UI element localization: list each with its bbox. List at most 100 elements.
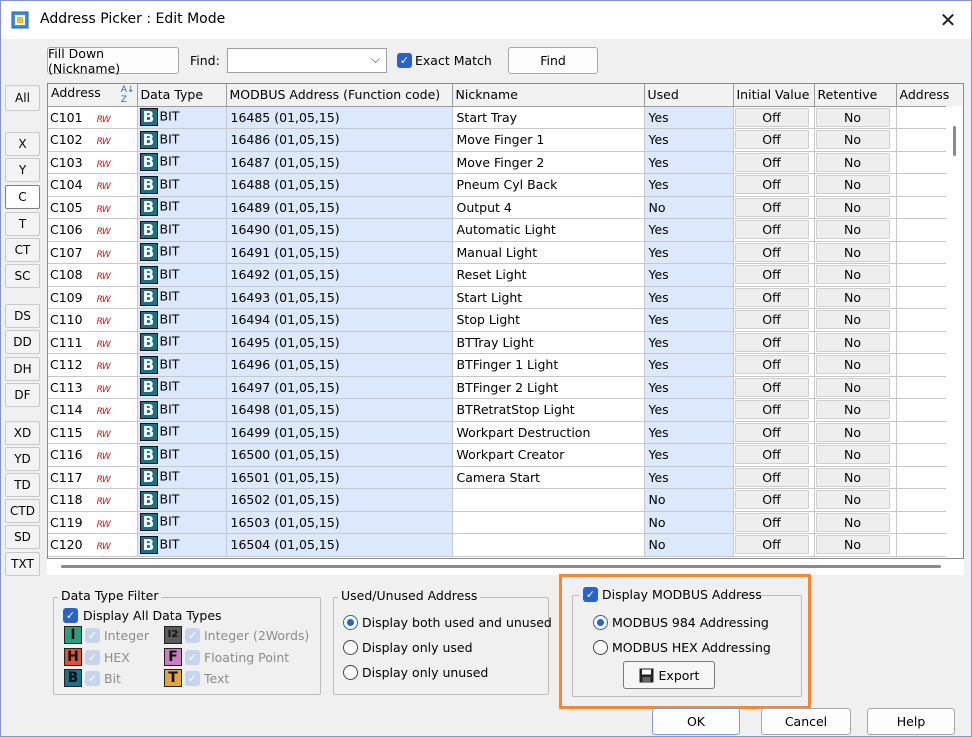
nickname-cell[interactable]: Workpart Destruction — [452, 421, 645, 444]
type-filter-checkbox[interactable]: ✓ — [85, 671, 100, 686]
retentive-button[interactable]: No — [815, 175, 890, 195]
address-cell[interactable]: C103 RW — [48, 151, 138, 174]
address-cell[interactable]: C114 RW — [48, 398, 138, 422]
initial-value-button[interactable]: Off — [734, 490, 809, 510]
table-row[interactable]: C112 RW B BIT 16496 (01,05,15) BTFinger 1 Lig… — [48, 353, 963, 377]
sidebar-button-txt[interactable]: TXT — [5, 552, 40, 576]
table-row[interactable]: C108 RW B BIT 16492 (01,05,15) Reset Light Yes… — [48, 263, 963, 287]
address-cell[interactable]: C111 RW — [48, 331, 138, 354]
nickname-cell[interactable]: Move Finger 1 — [452, 128, 645, 152]
retentive-button[interactable]: No — [815, 152, 890, 172]
address-cell[interactable]: C105 RW — [48, 196, 138, 219]
sidebar-button-c[interactable]: C — [5, 185, 40, 209]
nickname-cell[interactable]: Start Tray — [452, 106, 645, 129]
table-row[interactable]: C120 RW B BIT 16504 (01,05,15) No Off No — [48, 533, 963, 557]
find-combobox[interactable]: ⌵ — [227, 48, 387, 73]
address-cell[interactable]: C112 RW — [48, 353, 138, 377]
nickname-cell[interactable]: Start Light — [452, 286, 645, 309]
address-cell[interactable]: C117 RW — [48, 466, 138, 489]
table-row[interactable]: C110 RW B BIT 16494 (01,05,15) Stop Light Yes O… — [48, 308, 963, 332]
retentive-button[interactable]: No — [815, 332, 890, 352]
table-row[interactable]: C102 RW B BIT 16486 (01,05,15) Move Finger 1Y… — [48, 128, 963, 152]
retentive-button[interactable]: No — [815, 377, 890, 397]
address-cell[interactable]: C119 RW — [48, 511, 138, 534]
retentive-button[interactable]: No — [815, 355, 890, 375]
retentive-button[interactable]: No — [815, 220, 890, 240]
column-header-5[interactable]: Initial Value — [733, 84, 815, 107]
find-input[interactable] — [228, 49, 358, 71]
retentive-button[interactable]: No — [815, 197, 890, 217]
initial-value-button[interactable]: Off — [734, 287, 809, 307]
initial-value-button[interactable]: Off — [734, 422, 809, 442]
fill-down-button[interactable]: Fill Down (Nickname) — [47, 46, 179, 76]
retentive-button[interactable]: No — [815, 535, 890, 555]
initial-value-button[interactable]: Off — [734, 107, 809, 127]
address-cell[interactable]: C107 RW — [48, 241, 138, 264]
retentive-button[interactable]: No — [815, 445, 890, 465]
address-cell[interactable]: C109 RW — [48, 286, 138, 309]
table-row[interactable]: C117 RW B BIT 16501 (01,05,15) Camera Start Ye… — [48, 466, 963, 489]
retentive-button[interactable]: No — [815, 242, 890, 262]
address-cell[interactable]: C118 RW — [48, 488, 138, 512]
sidebar-button-sc[interactable]: SC — [5, 264, 40, 288]
column-header-4[interactable]: Used — [644, 84, 734, 107]
type-filter-checkbox[interactable]: ✓ — [185, 628, 200, 643]
column-header-7[interactable]: Address — [896, 84, 963, 107]
retentive-button[interactable]: No — [815, 467, 890, 487]
table-row[interactable]: C111 RW B BIT 16495 (01,05,15) BTTray Light Ye… — [48, 331, 963, 354]
column-header-6[interactable]: Retentive — [814, 84, 897, 107]
sidebar-button-x[interactable]: X — [5, 132, 40, 156]
vertical-scrollbar[interactable] — [946, 106, 963, 558]
initial-value-button[interactable]: Off — [734, 355, 809, 375]
nickname-cell[interactable]: Move Finger 2 — [452, 151, 645, 174]
table-row[interactable]: C109 RW B BIT 16493 (01,05,15) Start Light Yes… — [48, 286, 963, 309]
initial-value-button[interactable]: Off — [734, 400, 809, 420]
column-header-3[interactable]: Nickname — [452, 84, 645, 107]
column-header-2[interactable]: MODBUS Address (Function code) — [226, 84, 453, 107]
horizontal-scroll-thumb[interactable] — [61, 565, 941, 568]
initial-value-button[interactable]: Off — [734, 197, 809, 217]
table-row[interactable]: C105 RW B BIT 16489 (01,05,15) Output 4 No Off N… — [48, 196, 963, 219]
nickname-cell[interactable]: Stop Light — [452, 308, 645, 332]
initial-value-button[interactable]: Off — [734, 220, 809, 240]
sidebar-button-td[interactable]: TD — [5, 473, 40, 497]
initial-value-button[interactable]: Off — [734, 152, 809, 172]
address-cell[interactable]: C101 RW — [48, 106, 138, 129]
find-button[interactable]: Find — [508, 47, 598, 74]
address-cell[interactable]: C102 RW — [48, 128, 138, 152]
sidebar-button-all[interactable]: All — [5, 85, 40, 111]
sidebar-button-ct[interactable]: CT — [5, 238, 40, 262]
table-row[interactable]: C119 RW B BIT 16503 (01,05,15) No Off No — [48, 511, 963, 534]
initial-value-button[interactable]: Off — [734, 130, 809, 150]
address-cell[interactable]: C113 RW — [48, 376, 138, 399]
sidebar-button-dh[interactable]: DH — [5, 357, 40, 381]
address-cell[interactable]: C120 RW — [48, 533, 138, 557]
table-row[interactable]: C115 RW B BIT 16499 (01,05,15) Workpart Destr… — [48, 421, 963, 444]
initial-value-button[interactable]: Off — [734, 242, 809, 262]
sidebar-button-y[interactable]: Y — [5, 158, 40, 182]
cancel-button[interactable]: Cancel — [761, 708, 851, 735]
initial-value-button[interactable]: Off — [734, 332, 809, 352]
address-cell[interactable]: C116 RW — [48, 443, 138, 467]
table-row[interactable]: C104 RW B BIT 16488 (01,05,15) Pneum Cyl Back… — [48, 173, 963, 197]
table-row[interactable]: C116 RW B BIT 16500 (01,05,15) Workpart Creat… — [48, 443, 963, 467]
initial-value-button[interactable]: Off — [734, 535, 809, 555]
address-cell[interactable]: C106 RW — [48, 218, 138, 242]
nickname-cell[interactable]: Reset Light — [452, 263, 645, 287]
nickname-cell[interactable]: BTRetratStop Light — [452, 398, 645, 422]
sidebar-button-sd[interactable]: SD — [5, 525, 40, 549]
radio-only-used[interactable] — [343, 640, 358, 655]
display-all-types-checkbox[interactable]: ✓ — [63, 608, 78, 623]
sidebar-button-ds[interactable]: DS — [5, 304, 40, 328]
table-row[interactable]: C101 RW B BIT 16485 (01,05,15) Start Tray Yes O… — [48, 106, 963, 129]
nickname-cell[interactable]: Workpart Creator — [452, 443, 645, 467]
nickname-cell[interactable]: Manual Light — [452, 241, 645, 264]
radio-only-unused[interactable] — [343, 665, 358, 680]
address-cell[interactable]: C115 RW — [48, 421, 138, 444]
help-button[interactable]: Help — [867, 708, 955, 735]
nickname-cell[interactable]: BTFinger 1 Light — [452, 353, 645, 377]
sidebar-button-ctd[interactable]: CTD — [5, 499, 40, 523]
nickname-cell[interactable]: Output 4 — [452, 196, 645, 219]
retentive-button[interactable]: No — [815, 130, 890, 150]
horizontal-scrollbar[interactable] — [47, 559, 964, 575]
